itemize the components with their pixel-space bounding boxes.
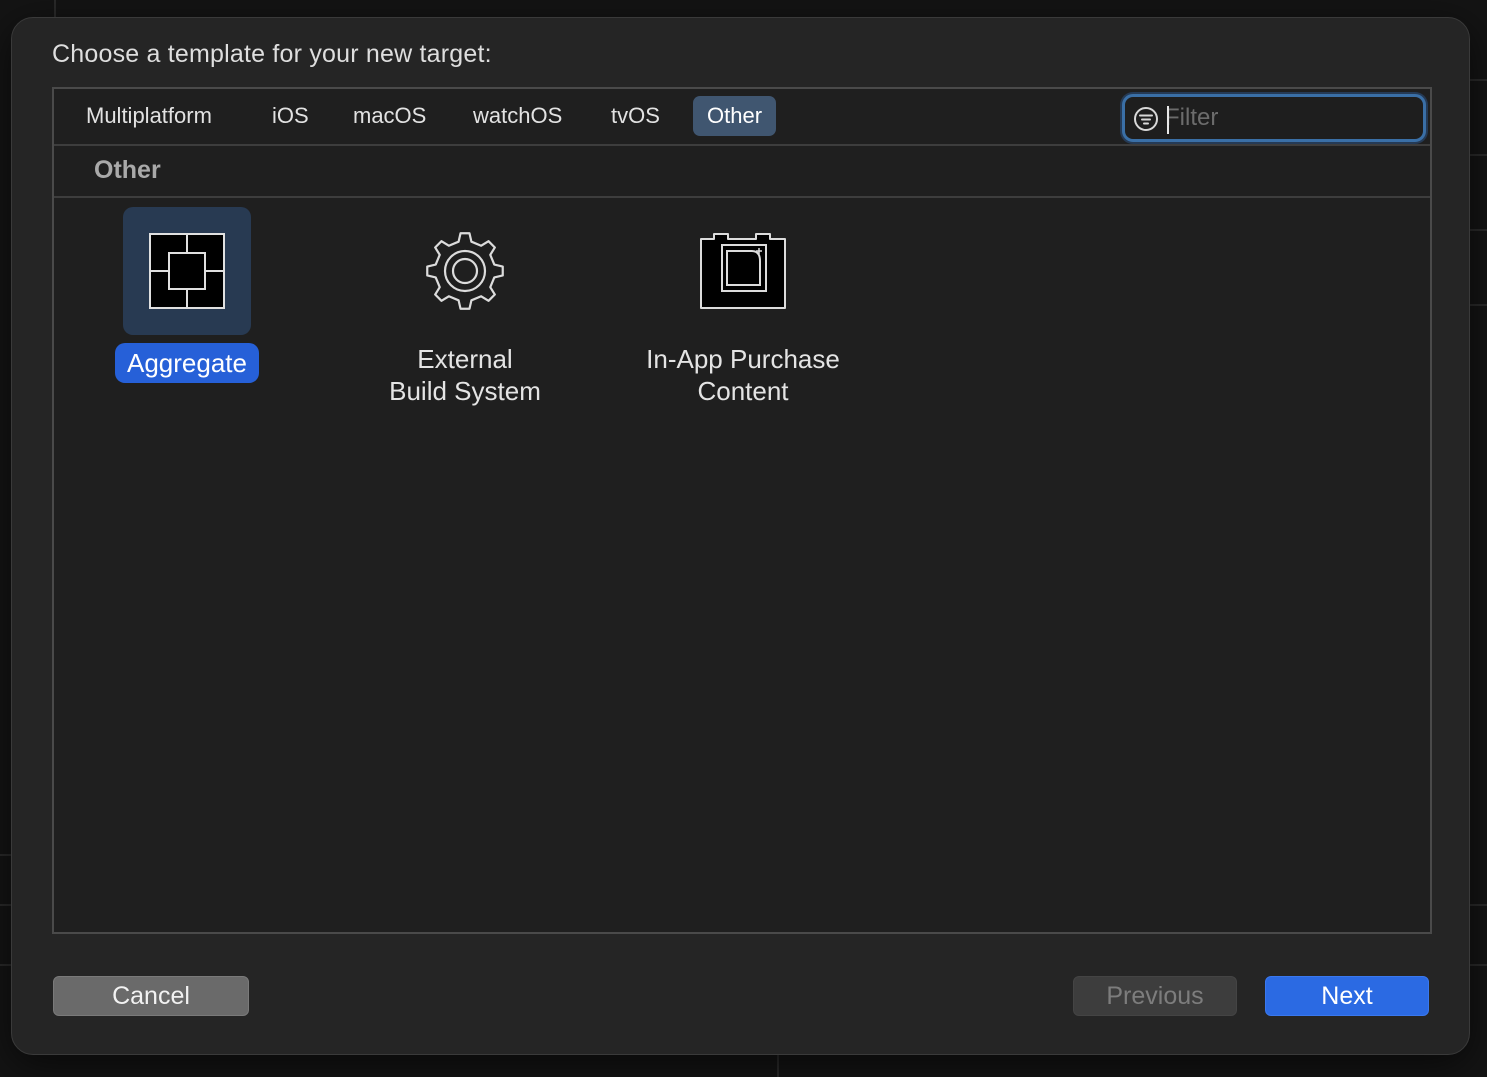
dialog-title: Choose a template for your new target: (52, 40, 492, 68)
cancel-button[interactable]: Cancel (53, 976, 249, 1016)
template-label-line: In-App Purchase (646, 344, 840, 374)
section-title: Other (94, 156, 161, 184)
template-icon-frame (401, 207, 529, 335)
template-label-line: External (417, 344, 513, 374)
filter-icon (1134, 107, 1158, 131)
tab-tvos[interactable]: tvOS (597, 96, 674, 136)
filter-field[interactable] (1122, 94, 1426, 142)
filter-input[interactable] (1165, 99, 1415, 137)
previous-button[interactable]: Previous (1073, 976, 1237, 1016)
template-external-build-system[interactable]: External Build System (335, 207, 595, 407)
in-app-purchase-icon (700, 233, 786, 309)
template-label: Aggregate (115, 343, 259, 383)
template-label-line: Build System (389, 376, 541, 406)
template-label: In-App Purchase Content (646, 343, 840, 407)
new-target-dialog: Choose a template for your new target: M… (11, 17, 1470, 1055)
next-button[interactable]: Next (1265, 976, 1429, 1016)
template-icon-frame (123, 207, 251, 335)
template-label: External Build System (389, 343, 541, 407)
template-aggregate[interactable]: Aggregate (57, 207, 317, 383)
aggregate-icon (149, 233, 225, 309)
tab-ios[interactable]: iOS (258, 96, 323, 136)
template-icon-frame (679, 207, 807, 335)
tab-other[interactable]: Other (693, 96, 777, 136)
platform-tab-bar: Multiplatform iOS macOS watchOS tvOS Oth… (54, 89, 1430, 146)
tab-watchos[interactable]: watchOS (459, 96, 576, 136)
template-label-line: Content (697, 376, 789, 406)
gear-icon (426, 232, 504, 310)
section-header: Other (54, 146, 1430, 198)
tab-macos[interactable]: macOS (339, 96, 440, 136)
template-in-app-purchase-content[interactable]: In-App Purchase Content (613, 207, 873, 407)
text-caret (1167, 106, 1169, 134)
tab-multiplatform[interactable]: Multiplatform (72, 96, 226, 136)
template-chooser-panel: Multiplatform iOS macOS watchOS tvOS Oth… (52, 87, 1432, 934)
